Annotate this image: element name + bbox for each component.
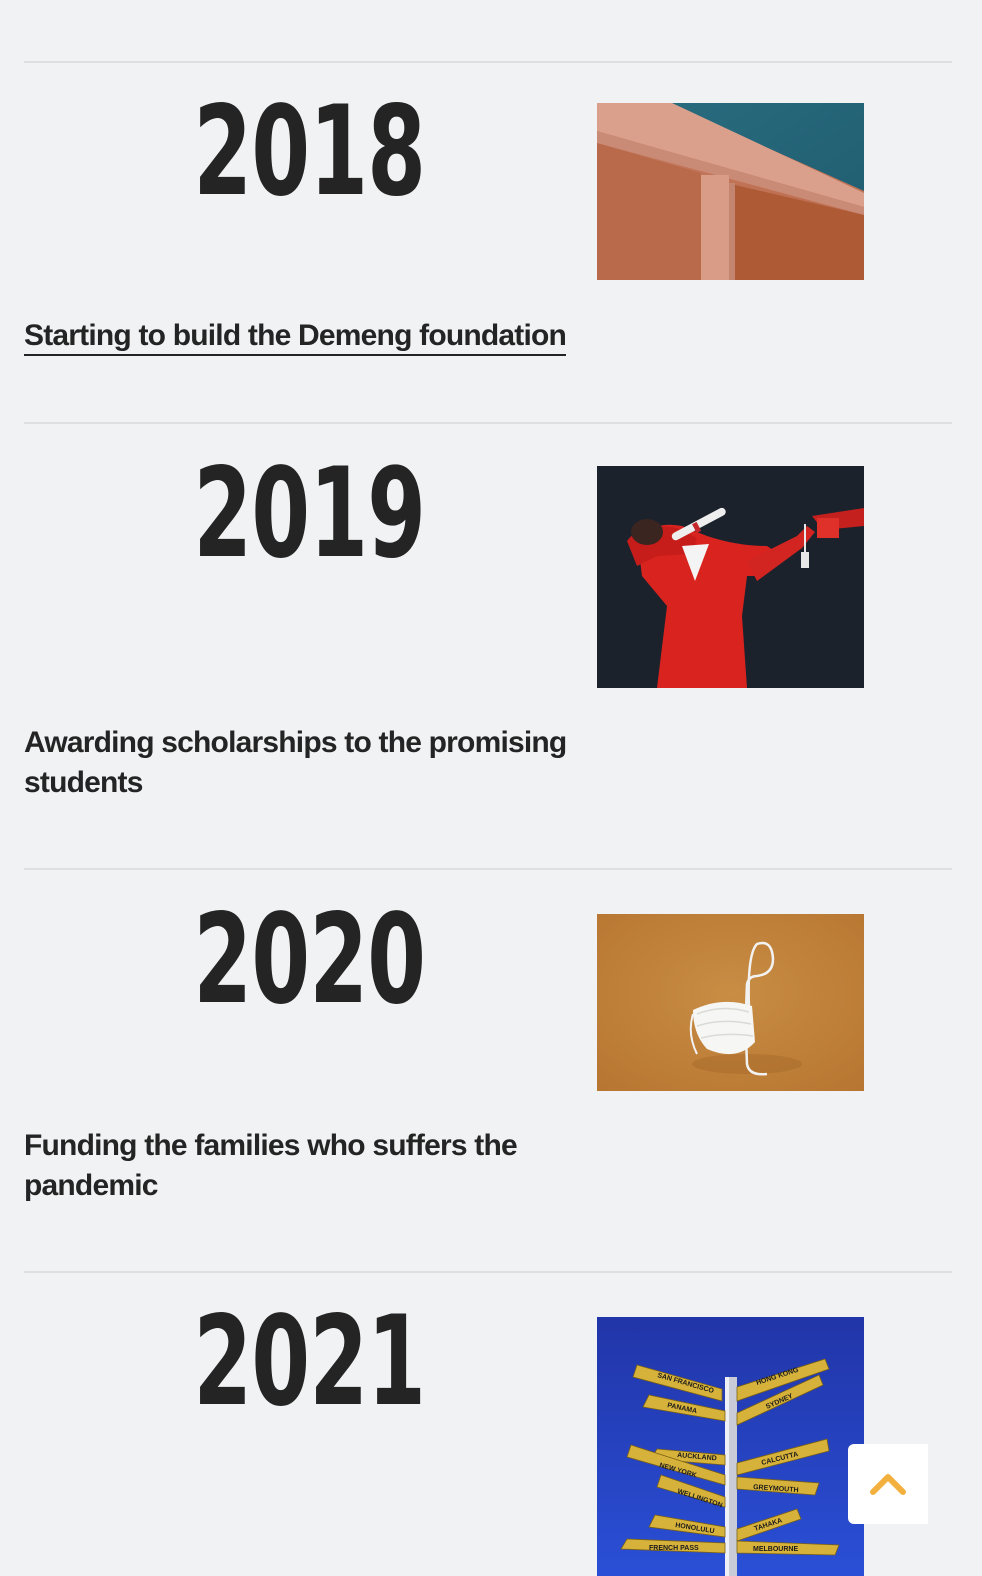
timeline-year: 2020 xyxy=(193,888,426,1032)
timeline-year: 2018 xyxy=(193,80,426,224)
svg-text:MELBOURNE: MELBOURNE xyxy=(753,1546,798,1553)
timeline-divider xyxy=(24,61,952,63)
timeline-image xyxy=(597,103,864,280)
timeline-description: Awarding scholarships to the promising s… xyxy=(24,726,567,799)
svg-text:FRENCH PASS: FRENCH PASS xyxy=(649,1545,699,1552)
timeline-year: 2019 xyxy=(193,442,426,586)
timeline-divider xyxy=(24,868,952,870)
timeline-description-link[interactable]: Starting to build the Demeng foundation xyxy=(24,316,584,356)
graduate-image xyxy=(597,466,864,688)
timeline-description: Funding the families who suffers the pan… xyxy=(24,1129,518,1202)
timeline-image: SAN FRANCISCO HONG KONG PANAMA SYDNEY AU… xyxy=(597,1317,864,1576)
timeline-divider xyxy=(24,422,952,424)
signpost-image: SAN FRANCISCO HONG KONG PANAMA SYDNEY AU… xyxy=(597,1317,864,1576)
timeline-year: 2021 xyxy=(193,1290,426,1434)
timeline-divider xyxy=(24,1271,952,1273)
timeline-image xyxy=(597,914,864,1091)
scroll-to-top-button[interactable] xyxy=(848,1444,928,1524)
timeline-image xyxy=(597,466,864,688)
face-mask-image xyxy=(597,914,864,1091)
building-arch-image xyxy=(597,103,864,280)
timeline-description: Starting to build the Demeng foundation xyxy=(24,319,567,356)
chevron-up-icon xyxy=(870,1474,906,1495)
